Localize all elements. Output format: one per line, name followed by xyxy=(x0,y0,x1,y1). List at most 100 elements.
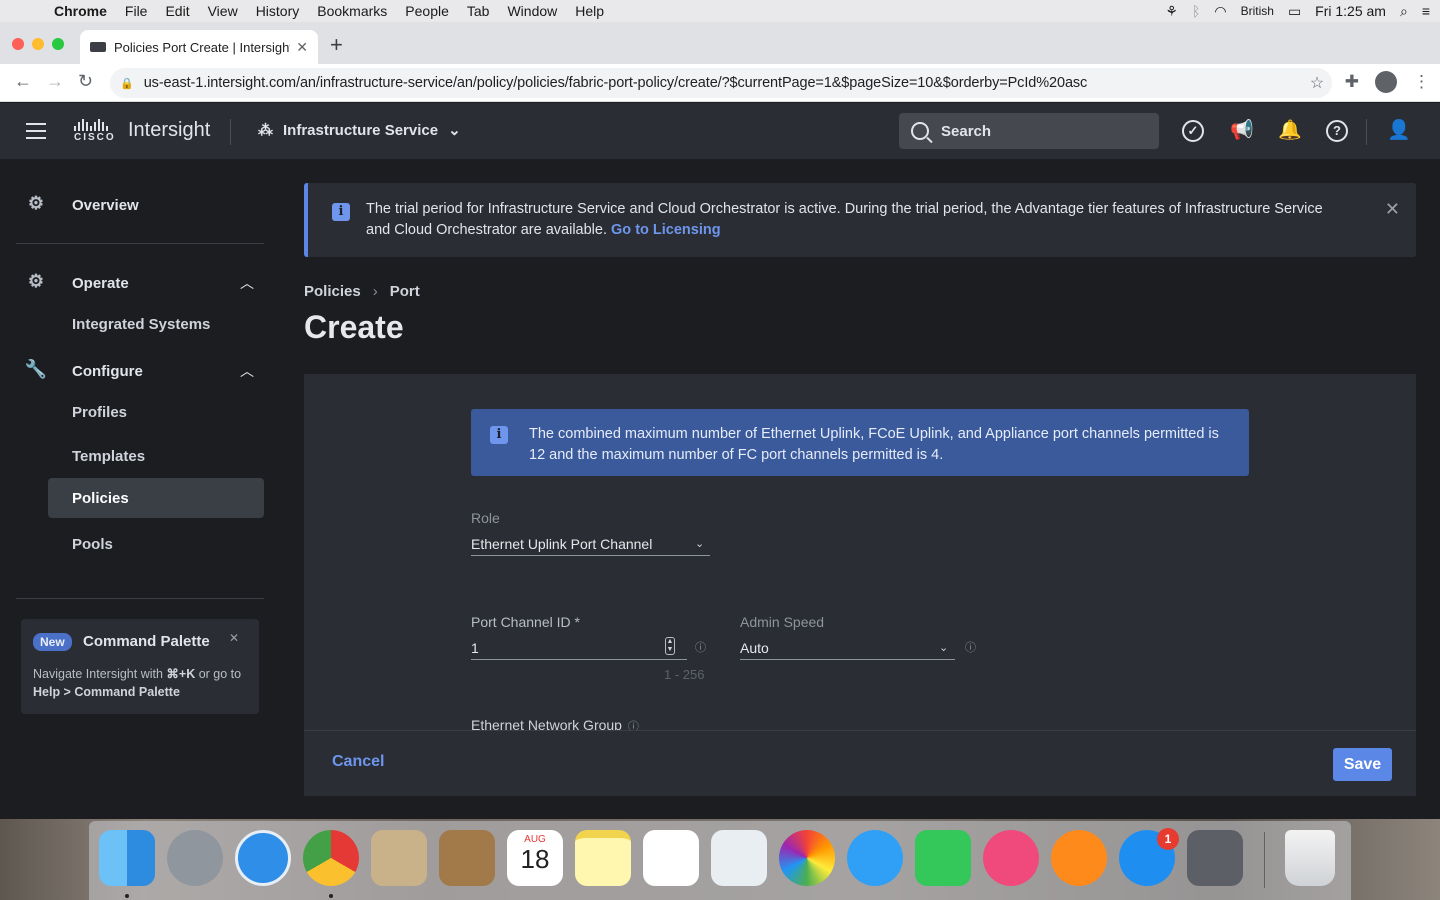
requests-check-icon[interactable]: ✓ xyxy=(1182,120,1204,142)
safari-compass-icon[interactable] xyxy=(235,830,291,886)
menu-app-chrome[interactable]: Chrome xyxy=(54,3,107,19)
browser-tab[interactable]: Policies Port Create | Intersight ✕ xyxy=(80,30,318,64)
browser-tabstrip: Policies Port Create | Intersight ✕ + xyxy=(0,22,1440,64)
stepper-icon[interactable]: ▲ ▼ xyxy=(665,637,675,655)
cisco-logo: CISCO xyxy=(74,119,116,143)
window-close-button[interactable] xyxy=(12,38,24,50)
info-hint-icon[interactable]: ⓘ xyxy=(628,721,639,730)
breadcrumb-policies[interactable]: Policies xyxy=(304,283,361,300)
command-palette-card[interactable]: New Command Palette ✕ Navigate Intersigh… xyxy=(21,619,259,714)
save-button[interactable]: Save xyxy=(1333,748,1392,781)
finder-icon[interactable] xyxy=(99,830,155,886)
mail-stamp-icon[interactable] xyxy=(371,830,427,886)
announcements-megaphone-icon[interactable]: 📢 xyxy=(1230,120,1254,142)
maps-icon[interactable] xyxy=(711,830,767,886)
lock-icon[interactable]: 🔒 xyxy=(120,77,134,90)
trial-banner: i The trial period for Infrastructure Se… xyxy=(304,183,1416,257)
system-preferences-gear-icon[interactable] xyxy=(1187,830,1243,886)
clock[interactable]: Fri 1:25 am xyxy=(1315,3,1386,19)
sidebar-item-configure[interactable]: 🔧 Configure xyxy=(24,359,143,383)
wrench-icon: 🔧 xyxy=(24,359,48,379)
photos-icon[interactable] xyxy=(779,830,835,886)
sidebar-item-templates[interactable]: Templates xyxy=(72,448,145,465)
menu-file[interactable]: File xyxy=(125,3,148,19)
chevron-up-icon[interactable]: ︿ xyxy=(240,361,254,381)
music-icon[interactable] xyxy=(983,830,1039,886)
input-source[interactable]: British xyxy=(1241,4,1274,18)
info-icon: i xyxy=(490,426,508,444)
launchpad-rocket-icon[interactable] xyxy=(167,830,223,886)
ethernet-network-group-label: Ethernet Network Group ⓘ xyxy=(471,717,639,730)
chrome-icon[interactable] xyxy=(303,830,359,886)
wifi-icon[interactable]: ◠ xyxy=(1214,3,1226,20)
sidebar-item-overview[interactable]: ⚙ Overview xyxy=(24,193,139,217)
sidebar-item-operate[interactable]: ⚙ Operate xyxy=(24,271,129,295)
window-zoom-button[interactable] xyxy=(52,38,64,50)
profile-avatar-icon[interactable] xyxy=(1375,71,1397,93)
chevron-right-icon: › xyxy=(372,283,378,300)
messages-icon[interactable] xyxy=(847,830,903,886)
spotlight-icon[interactable]: ⌕ xyxy=(1400,3,1408,20)
url-text[interactable]: us-east-1.intersight.com/an/infrastructu… xyxy=(144,75,1302,91)
reminders-icon[interactable] xyxy=(643,830,699,886)
service-selector[interactable]: ⁂ Infrastructure Service ⌄ xyxy=(258,121,461,140)
search-bar[interactable]: Search xyxy=(899,113,1159,149)
chevron-down-icon[interactable]: ⌄ xyxy=(939,641,948,654)
extensions-icon[interactable]: ✚ xyxy=(1345,72,1359,92)
banner-text: The trial period for Infrastructure Serv… xyxy=(366,199,1346,241)
sidebar-item-policies[interactable]: Policies xyxy=(72,490,129,507)
status-menu-icon[interactable]: ⚘ xyxy=(1165,3,1178,20)
menu-people[interactable]: People xyxy=(405,3,449,19)
help-icon[interactable]: ? xyxy=(1326,120,1348,142)
info-hint-icon[interactable]: ⓘ xyxy=(965,639,976,655)
menu-history[interactable]: History xyxy=(256,3,300,19)
hamburger-menu-icon[interactable] xyxy=(26,123,46,139)
facetime-icon[interactable] xyxy=(915,830,971,886)
chevron-up-icon[interactable]: ︿ xyxy=(240,273,254,293)
bookmark-star-icon[interactable]: ☆ xyxy=(1302,73,1332,93)
menu-bookmarks[interactable]: Bookmarks xyxy=(317,3,387,19)
new-tab-icon[interactable]: + xyxy=(330,32,343,58)
form-panel[interactable]: i The combined maximum number of Etherne… xyxy=(304,374,1416,730)
chevron-down-icon[interactable]: ⌄ xyxy=(695,537,704,550)
back-icon[interactable]: ← xyxy=(14,71,32,92)
chrome-menu-icon[interactable]: ⋮ xyxy=(1413,72,1430,92)
admin-speed-select[interactable]: Auto xyxy=(740,640,769,656)
port-channel-limit-note: i The combined maximum number of Etherne… xyxy=(471,409,1249,476)
reload-icon[interactable]: ↻ xyxy=(78,71,93,92)
role-underline xyxy=(471,555,710,556)
cancel-button[interactable]: Cancel xyxy=(332,753,384,771)
battery-icon[interactable]: ▭ xyxy=(1288,3,1301,20)
brand-name[interactable]: Intersight xyxy=(128,119,210,142)
sidebar-item-integrated-systems[interactable]: Integrated Systems xyxy=(72,316,210,333)
go-to-licensing-link[interactable]: Go to Licensing xyxy=(611,222,721,238)
sidebar-item-pools[interactable]: Pools xyxy=(72,536,113,553)
sidebar-item-profiles[interactable]: Profiles xyxy=(72,404,127,421)
port-channel-range: 1 - 256 xyxy=(664,667,705,682)
menu-help[interactable]: Help xyxy=(575,3,604,19)
close-icon[interactable]: ✕ xyxy=(229,631,239,645)
contacts-icon[interactable] xyxy=(439,830,495,886)
trash-icon[interactable] xyxy=(1285,830,1335,886)
address-bar[interactable]: 🔒 us-east-1.intersight.com/an/infrastruc… xyxy=(110,68,1332,98)
user-profile-icon[interactable]: 👤 xyxy=(1387,120,1411,142)
menu-edit[interactable]: Edit xyxy=(165,3,189,19)
books-icon[interactable] xyxy=(1051,830,1107,886)
calendar-icon[interactable]: AUG 18 xyxy=(507,830,563,886)
role-select[interactable]: Ethernet Uplink Port Channel xyxy=(471,536,652,552)
window-minimize-button[interactable] xyxy=(32,38,44,50)
notification-center-icon[interactable]: ≡ xyxy=(1422,3,1430,19)
notes-icon[interactable] xyxy=(575,830,631,886)
close-icon[interactable]: ✕ xyxy=(1385,199,1400,220)
menu-tab[interactable]: Tab xyxy=(467,3,490,19)
note-text: The combined maximum number of Ethernet … xyxy=(529,426,1219,463)
menu-window[interactable]: Window xyxy=(507,3,557,19)
notifications-bell-icon[interactable]: 🔔 xyxy=(1278,120,1302,142)
forward-icon[interactable]: → xyxy=(46,71,64,92)
info-hint-icon[interactable]: ⓘ xyxy=(695,639,706,655)
dock-separator xyxy=(1264,832,1265,888)
menu-view[interactable]: View xyxy=(208,3,238,19)
close-tab-icon[interactable]: ✕ xyxy=(296,39,308,56)
port-channel-id-input[interactable]: 1 xyxy=(471,640,479,656)
bluetooth-icon[interactable]: ᛒ xyxy=(1192,3,1200,19)
